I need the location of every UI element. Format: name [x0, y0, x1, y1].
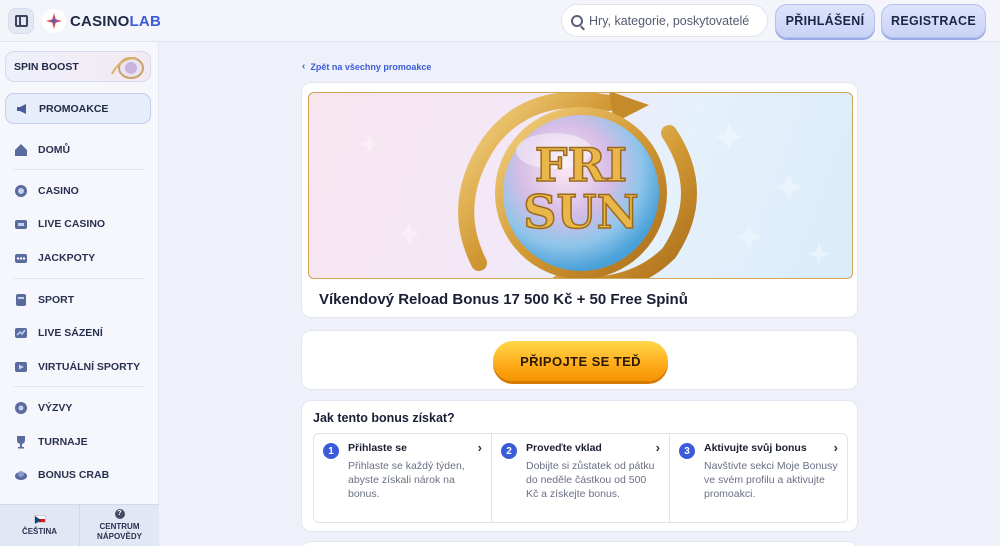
steps-title: Jak tento bonus získat? [313, 411, 455, 425]
login-button[interactable]: PŘIHLÁŠENÍ [775, 4, 875, 38]
language-selector[interactable]: ČEŠTINA [0, 505, 79, 546]
promo-banner: FRI SUN [308, 92, 853, 279]
sidebar-item-label: JACKPOTY [38, 252, 96, 264]
step-title: Přihlaste se [348, 442, 407, 454]
spin-boost-button[interactable]: SPIN BOOST [5, 51, 151, 82]
spin-boost-coin-icon [111, 57, 144, 79]
megaphone-icon [15, 102, 29, 116]
sidebar-item-label: VIRTUÁLNÍ SPORTY [38, 361, 141, 373]
promo-title: Víkendový Reload Bonus 17 500 Kč + 50 Fr… [319, 291, 688, 308]
sidebar-item-live-sazeni[interactable]: LIVE SÁZENÍ [14, 323, 154, 343]
sidebar-item-label: LIVE SÁZENÍ [38, 327, 103, 339]
step-number-badge: 3 [679, 443, 695, 459]
sidebar-item-jackpoty[interactable]: JACKPOTY [14, 248, 154, 268]
search-icon [571, 14, 583, 27]
step-title: Proveďte vklad [526, 442, 602, 454]
logo-text: CASINOLAB [70, 12, 161, 30]
sidebar-item-label: TURNAJE [38, 436, 88, 448]
help-center-line2: NÁPOVĚDY [97, 532, 142, 541]
chevron-right-icon: › [477, 440, 482, 455]
banner-text-sun: SUN [523, 185, 638, 239]
sidebar-divider [14, 278, 144, 279]
challenges-icon [14, 401, 28, 415]
sidebar-item-label: SPORT [38, 294, 75, 306]
join-now-button[interactable]: PŘIPOJTE SE TEĎ [493, 341, 668, 381]
sidebar-divider [14, 386, 144, 387]
step-number-badge: 1 [323, 443, 339, 459]
spin-boost-label: SPIN BOOST [14, 60, 79, 73]
sport-icon [14, 293, 28, 307]
sidebar: SPIN BOOST PROMOAKCE DOMŮ CASINO LIVE CA… [0, 42, 159, 546]
search-box[interactable] [561, 4, 768, 37]
jackpot-slot-icon [14, 251, 28, 265]
sidebar-toggle-button[interactable] [8, 8, 34, 34]
sidebar-toggle-icon [14, 15, 28, 27]
step-description: Dobijte si zůstatek od pátku do neděle č… [526, 460, 655, 500]
virtual-sports-icon [14, 360, 28, 374]
how-to-get-bonus-card: Jak tento bonus získat? 1 Přihlaste se P… [301, 400, 858, 532]
steps-list: 1 Přihlaste se Přihlaste se každý týden,… [313, 433, 848, 523]
sidebar-footer: ČEŠTINA ? CENTRUM NÁPOVĚDY [0, 504, 159, 546]
help-icon: ? [114, 509, 125, 519]
step-number-badge: 2 [501, 443, 517, 459]
sidebar-item-promoakce[interactable]: PROMOAKCE [5, 93, 151, 124]
step-item[interactable]: 3 Aktivujte svůj bonus Navštivte sekci M… [669, 434, 847, 522]
logo-star-icon [42, 9, 66, 33]
back-to-promotions-link[interactable]: ‹ Zpět na všechny promoakce [302, 61, 431, 72]
cta-card: PŘIPOJTE SE TEĎ [301, 330, 858, 390]
sidebar-item-domu[interactable]: DOMŮ [14, 140, 154, 160]
bonus-crab-icon [14, 468, 28, 482]
next-section-card [301, 541, 858, 546]
banner-text-fri: FRI [535, 138, 627, 192]
sidebar-item-label: VÝZVY [38, 402, 73, 414]
register-button[interactable]: REGISTRACE [881, 4, 986, 38]
sidebar-item-label: CASINO [38, 185, 79, 197]
sidebar-item-live-casino[interactable]: LIVE CASINO [14, 214, 154, 234]
step-item[interactable]: 1 Přihlaste se Přihlaste se každý týden,… [314, 434, 491, 522]
top-header: CASINOLAB PŘIHLÁŠENÍ REGISTRACE [0, 0, 1000, 42]
sidebar-item-casino[interactable]: CASINO [14, 181, 154, 201]
trophy-icon [14, 435, 28, 449]
casino-chip-icon [14, 184, 28, 198]
home-icon [14, 143, 28, 157]
sidebar-item-turnaje[interactable]: TURNAJE [14, 432, 154, 452]
help-center-link[interactable]: ? CENTRUM NÁPOVĚDY [79, 505, 159, 546]
czech-flag-icon [33, 514, 46, 524]
step-title: Aktivujte svůj bonus [704, 442, 807, 454]
fri-sun-badge-image: FRI SUN [358, 93, 830, 278]
chevron-left-icon: ‹ [302, 61, 306, 72]
sidebar-item-label: BONUS CRAB [38, 469, 110, 481]
back-link-label: Zpět na všechny promoakce [310, 61, 432, 72]
sidebar-item-vyzvy[interactable]: VÝZVY [14, 398, 154, 418]
sidebar-item-bonus-crab[interactable]: BONUS CRAB [14, 465, 154, 485]
sidebar-item-label: DOMŮ [38, 144, 71, 156]
step-item[interactable]: 2 Proveďte vklad Dobijte si zůstatek od … [491, 434, 669, 522]
sidebar-item-sport[interactable]: SPORT [14, 290, 154, 310]
search-input[interactable] [589, 13, 759, 28]
live-betting-icon [14, 326, 28, 340]
promo-card: FRI SUN Víkendový Reload Bonus 17 500 Kč… [301, 82, 858, 318]
language-label: ČEŠTINA [21, 526, 58, 536]
sidebar-item-virtualni-sporty[interactable]: VIRTUÁLNÍ SPORTY [14, 357, 154, 377]
chevron-right-icon: › [833, 440, 838, 455]
step-description: Přihlaste se každý týden, abyste získali… [348, 460, 465, 500]
casinolab-logo[interactable]: CASINOLAB [42, 8, 161, 34]
live-cards-icon [14, 217, 28, 231]
sidebar-item-label: PROMOAKCE [39, 102, 109, 115]
sidebar-item-label: LIVE CASINO [38, 218, 106, 230]
sidebar-divider [14, 169, 144, 170]
chevron-right-icon: › [655, 440, 660, 455]
help-center-line1: CENTRUM [99, 522, 140, 531]
step-description: Navštivte sekci Moje Bonusy ve svém prof… [704, 460, 838, 500]
